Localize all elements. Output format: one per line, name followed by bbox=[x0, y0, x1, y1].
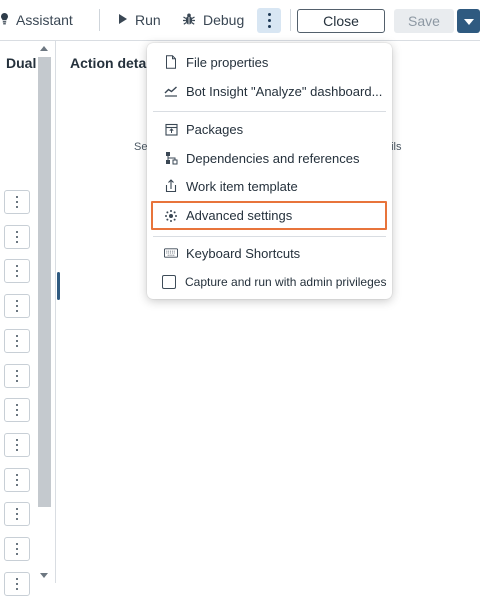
more-options-button[interactable] bbox=[257, 8, 281, 33]
action-details-title: Action detai bbox=[70, 55, 151, 71]
vertical-ellipsis-icon bbox=[267, 13, 271, 28]
menu-item-bot-insight-dashboard[interactable]: Bot Insight "Analyze" dashboard... bbox=[147, 78, 392, 104]
menu-item-advanced-settings[interactable]: Advanced settings bbox=[151, 201, 387, 230]
menu-item-label: File properties bbox=[186, 54, 269, 70]
vertical-ellipsis-icon bbox=[16, 265, 18, 278]
menu-item-label: Work item template bbox=[186, 178, 298, 194]
close-button[interactable]: Close bbox=[297, 9, 385, 33]
package-icon bbox=[164, 122, 178, 136]
menu-item-label: Bot Insight "Analyze" dashboard... bbox=[186, 83, 383, 99]
list-item-options-button[interactable] bbox=[4, 328, 30, 353]
keyboard-icon bbox=[164, 246, 178, 260]
list-item-options-button[interactable] bbox=[4, 398, 30, 423]
vertical-ellipsis-icon bbox=[16, 438, 18, 451]
list-item-options-button[interactable] bbox=[4, 432, 30, 457]
admin-privileges-checkbox[interactable] bbox=[162, 275, 176, 289]
panel-title: Dual bbox=[6, 55, 37, 71]
work-item-icon bbox=[164, 179, 178, 193]
run-label: Run bbox=[135, 12, 161, 28]
more-options-menu: File properties Bot Insight "Analyze" da… bbox=[147, 43, 392, 299]
assistant-label: Assistant bbox=[16, 12, 73, 28]
menu-item-file-properties[interactable]: File properties bbox=[147, 49, 392, 75]
toolbar: Assistant Run Debug Close Save bbox=[0, 0, 480, 41]
menu-item-work-item-template[interactable]: Work item template bbox=[147, 173, 392, 199]
chart-line-icon bbox=[164, 84, 178, 98]
assistant-button[interactable]: Assistant bbox=[0, 8, 73, 32]
advanced-settings-icon bbox=[164, 209, 178, 223]
dependencies-icon bbox=[164, 151, 178, 165]
menu-item-label: Packages bbox=[186, 121, 244, 137]
menu-item-label: Keyboard Shortcuts bbox=[186, 245, 301, 261]
list-item-options-button[interactable] bbox=[4, 190, 30, 214]
vertical-ellipsis-icon bbox=[16, 334, 18, 347]
vertical-ellipsis-icon bbox=[16, 543, 18, 555]
menu-item-label: Advanced settings bbox=[186, 208, 293, 223]
panel-resize-handle[interactable] bbox=[57, 272, 60, 300]
menu-divider bbox=[153, 236, 386, 237]
scroll-up-arrow[interactable] bbox=[40, 46, 48, 51]
vertical-ellipsis-icon bbox=[16, 577, 18, 590]
assistant-icon bbox=[0, 12, 16, 29]
caret-down-icon bbox=[463, 12, 474, 30]
vertical-ellipsis-icon bbox=[16, 196, 18, 208]
list-item-options-button[interactable] bbox=[4, 502, 30, 527]
debug-button[interactable]: Debug bbox=[182, 8, 244, 32]
list-item-options-button[interactable] bbox=[4, 294, 30, 319]
menu-item-dependencies[interactable]: Dependencies and references bbox=[147, 145, 392, 171]
file-icon bbox=[164, 55, 178, 69]
vertical-ellipsis-icon bbox=[16, 404, 18, 417]
menu-divider bbox=[153, 111, 386, 112]
scroll-down-arrow[interactable] bbox=[40, 573, 48, 578]
list-item-options-button[interactable] bbox=[4, 259, 30, 284]
list-item-options-button[interactable] bbox=[4, 224, 30, 249]
vertical-ellipsis-icon bbox=[16, 369, 18, 382]
toolbar-divider bbox=[99, 9, 100, 31]
save-button[interactable]: Save bbox=[394, 9, 454, 33]
vertical-ellipsis-icon bbox=[16, 473, 18, 486]
vertical-ellipsis-icon bbox=[16, 230, 18, 243]
menu-item-label: Dependencies and references bbox=[186, 150, 360, 166]
play-icon bbox=[118, 12, 135, 28]
menu-item-keyboard-shortcuts[interactable]: Keyboard Shortcuts bbox=[147, 240, 392, 266]
vertical-ellipsis-icon bbox=[16, 508, 18, 521]
save-options-dropdown[interactable] bbox=[457, 9, 480, 33]
scrollbar-thumb[interactable] bbox=[38, 57, 51, 507]
list-item-options-button[interactable] bbox=[4, 467, 30, 492]
details-placeholder-start: Se bbox=[134, 141, 148, 153]
list-item-options-button[interactable] bbox=[4, 537, 30, 561]
debug-label: Debug bbox=[203, 12, 245, 28]
list-item-options-button[interactable] bbox=[4, 363, 30, 388]
list-item-options-button[interactable] bbox=[4, 571, 30, 596]
toolbar-divider bbox=[290, 9, 291, 31]
menu-item-packages[interactable]: Packages bbox=[147, 116, 392, 142]
run-button[interactable]: Run bbox=[118, 8, 161, 32]
vertical-ellipsis-icon bbox=[16, 300, 18, 313]
bug-icon bbox=[182, 12, 203, 29]
menu-item-capture-admin[interactable]: Capture and run with admin privileges bbox=[147, 269, 392, 295]
menu-item-label: Capture and run with admin privileges bbox=[185, 275, 387, 289]
